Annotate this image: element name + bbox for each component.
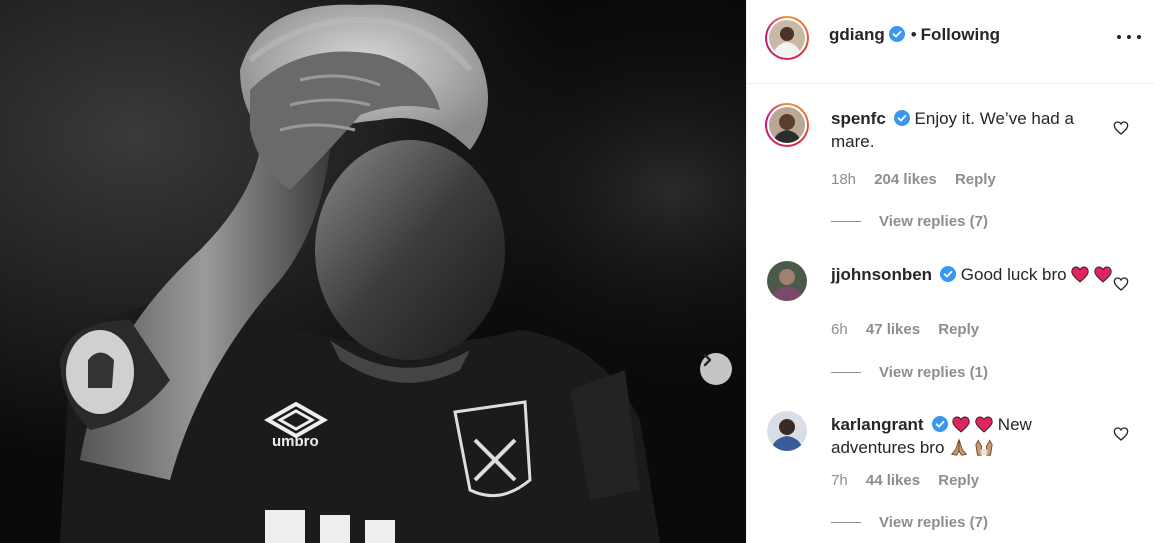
comment-item: spenfc Enjoy it. We’ve had a mare. 18h 2… <box>747 103 1154 233</box>
like-heart-icon[interactable] <box>1113 426 1129 442</box>
view-replies-label: View replies (7) <box>879 213 988 230</box>
verified-badge-icon <box>888 26 905 42</box>
next-photo-button[interactable] <box>700 353 732 385</box>
commenter-avatar[interactable] <box>765 103 809 147</box>
commenter-avatar[interactable] <box>767 411 807 451</box>
commenter-avatar-image <box>767 261 807 301</box>
view-replies-label: View replies (7) <box>879 514 988 531</box>
reply-button[interactable]: Reply <box>955 171 996 188</box>
commenter-avatar-image <box>769 107 805 143</box>
comment-time: 6h <box>831 321 848 338</box>
comment-time: 18h <box>831 171 857 188</box>
red-heart-icon <box>1094 266 1112 283</box>
comment-body: karlangrant New adventures bro <box>831 413 1115 459</box>
post-side-panel: gdiang • Following spenfc Enjoy it. We’v… <box>746 0 1154 543</box>
following-button[interactable]: Following <box>921 25 1000 44</box>
author-avatar[interactable] <box>765 16 809 60</box>
post-header: gdiang • Following <box>747 0 1154 84</box>
comment-body: jjohnsonben Good luck bro <box>831 263 1115 286</box>
comment-item: jjohnsonben Good luck bro 6h 47 likes Re… <box>747 259 1154 389</box>
replies-divider <box>831 221 861 222</box>
post-photo: umbro <box>0 0 746 543</box>
verified-badge-icon <box>940 266 957 282</box>
commenter-username[interactable]: karlangrant <box>831 415 924 434</box>
folded-hands-icon <box>951 438 968 456</box>
commenter-avatar-image <box>767 411 807 451</box>
author-username[interactable]: gdiang <box>829 25 885 44</box>
comment-likes[interactable]: 204 likes <box>874 171 937 188</box>
commenter-avatar[interactable] <box>767 261 807 301</box>
replies-divider <box>831 522 861 523</box>
like-heart-icon[interactable] <box>1113 120 1129 136</box>
replies-divider <box>831 372 861 373</box>
comment-likes[interactable]: 44 likes <box>866 472 920 489</box>
comment-likes[interactable]: 47 likes <box>866 321 920 338</box>
view-replies-label: View replies (1) <box>879 364 988 381</box>
more-options-button[interactable] <box>1117 30 1141 44</box>
post-header-title: gdiang • Following <box>829 25 1000 45</box>
more-dot-icon <box>1117 35 1121 39</box>
like-heart-icon[interactable] <box>1113 276 1129 292</box>
reply-button[interactable]: Reply <box>938 472 979 489</box>
more-dot-icon <box>1127 35 1131 39</box>
verified-badge-icon <box>893 110 910 126</box>
comment-text: Good luck bro <box>960 265 1067 284</box>
commenter-username[interactable]: spenfc <box>831 109 886 128</box>
reply-button[interactable]: Reply <box>938 321 979 338</box>
view-replies-button[interactable]: View replies (1) <box>831 364 988 381</box>
comment-body: spenfc Enjoy it. We’ve had a mare. <box>831 107 1115 153</box>
view-replies-button[interactable]: View replies (7) <box>831 514 988 531</box>
shirt-brand-text: umbro <box>272 433 319 450</box>
separator-dot: • <box>910 25 917 44</box>
player-image: umbro <box>0 0 746 543</box>
commenter-username[interactable]: jjohnsonben <box>831 265 932 284</box>
raising-hands-icon <box>975 439 993 456</box>
comment-item: karlangrant New adventures bro 7h 44 lik… <box>747 409 1154 543</box>
comment-meta: 18h 204 likes Reply <box>831 171 1010 188</box>
red-heart-icon <box>952 416 971 433</box>
more-dot-icon <box>1137 35 1141 39</box>
view-replies-button[interactable]: View replies (7) <box>831 213 988 230</box>
comment-meta: 6h 47 likes Reply <box>831 321 993 338</box>
author-avatar-image <box>769 20 805 56</box>
chevron-right-icon <box>703 353 712 367</box>
comment-meta: 7h 44 likes Reply <box>831 472 993 489</box>
red-heart-icon <box>1071 266 1090 283</box>
verified-badge-icon <box>931 416 948 432</box>
red-heart-icon <box>975 416 993 433</box>
comment-time: 7h <box>831 472 848 489</box>
